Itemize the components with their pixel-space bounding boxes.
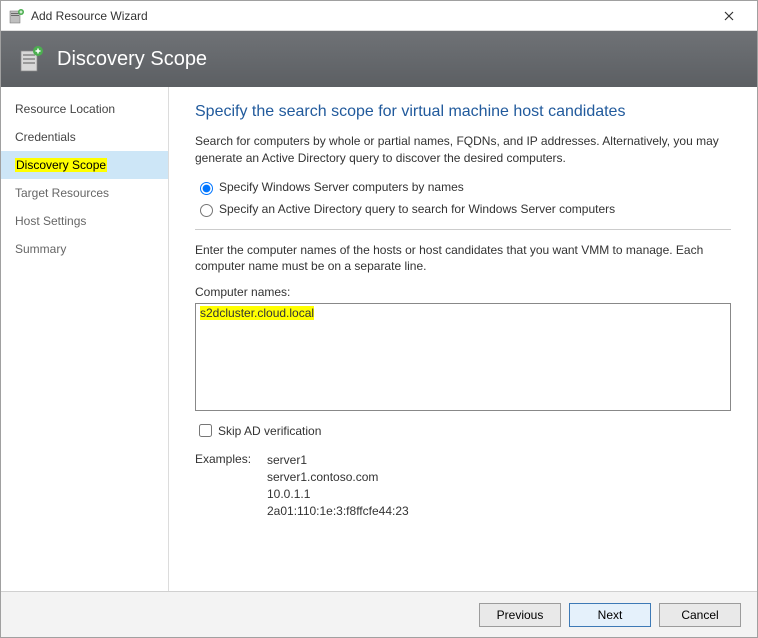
footer: Previous Next Cancel	[1, 591, 757, 637]
skip-ad-label: Skip AD verification	[218, 424, 321, 438]
divider	[195, 229, 731, 230]
radio-ad-query-input[interactable]	[200, 204, 213, 217]
radio-by-names-label: Specify Windows Server computers by name…	[219, 180, 464, 194]
wizard-body: Resource Location Credentials Discovery …	[1, 87, 757, 591]
window-title: Add Resource Wizard	[31, 9, 709, 23]
radio-ad-query[interactable]: Specify an Active Directory query to sea…	[195, 201, 731, 217]
server-icon	[17, 45, 45, 73]
sidebar-item-discovery-scope[interactable]: Discovery Scope	[1, 151, 168, 179]
page-heading: Specify the search scope for virtual mac…	[195, 103, 731, 121]
radio-by-names-input[interactable]	[200, 182, 213, 195]
page-description: Search for computers by whole or partial…	[195, 133, 731, 167]
radio-ad-query-label: Specify an Active Directory query to sea…	[219, 202, 615, 216]
close-button[interactable]	[709, 8, 749, 24]
examples-label: Examples:	[195, 452, 267, 519]
main-panel: Specify the search scope for virtual mac…	[169, 87, 757, 591]
banner: Discovery Scope	[1, 31, 757, 87]
sidebar-item-summary[interactable]: Summary	[1, 235, 168, 263]
example-item: server1.contoso.com	[267, 469, 409, 486]
previous-button[interactable]: Previous	[479, 603, 561, 627]
computer-names-value: s2dcluster.cloud.local	[200, 306, 314, 320]
computer-names-input[interactable]: s2dcluster.cloud.local	[195, 303, 731, 411]
skip-ad-checkbox-row[interactable]: Skip AD verification	[195, 421, 731, 440]
cancel-button[interactable]: Cancel	[659, 603, 741, 627]
examples-block: Examples: server1 server1.contoso.com 10…	[195, 452, 731, 519]
next-button[interactable]: Next	[569, 603, 651, 627]
instruction-text: Enter the computer names of the hosts or…	[195, 242, 731, 276]
wizard-window: Add Resource Wizard Discovery Scope Reso…	[0, 0, 758, 638]
sidebar-item-target-resources[interactable]: Target Resources	[1, 179, 168, 207]
banner-heading: Discovery Scope	[57, 48, 207, 71]
sidebar: Resource Location Credentials Discovery …	[1, 87, 169, 591]
radio-by-names[interactable]: Specify Windows Server computers by name…	[195, 179, 731, 195]
example-item: server1	[267, 452, 409, 469]
sidebar-item-resource-location[interactable]: Resource Location	[1, 95, 168, 123]
titlebar: Add Resource Wizard	[1, 1, 757, 31]
examples-values: server1 server1.contoso.com 10.0.1.1 2a0…	[267, 452, 409, 519]
sidebar-item-credentials[interactable]: Credentials	[1, 123, 168, 151]
app-icon	[9, 8, 25, 24]
sidebar-item-host-settings[interactable]: Host Settings	[1, 207, 168, 235]
skip-ad-checkbox[interactable]	[199, 424, 212, 437]
example-item: 10.0.1.1	[267, 486, 409, 503]
close-icon	[724, 11, 734, 21]
computer-names-label: Computer names:	[195, 285, 731, 299]
example-item: 2a01:110:1e:3:f8ffcfe44:23	[267, 503, 409, 520]
